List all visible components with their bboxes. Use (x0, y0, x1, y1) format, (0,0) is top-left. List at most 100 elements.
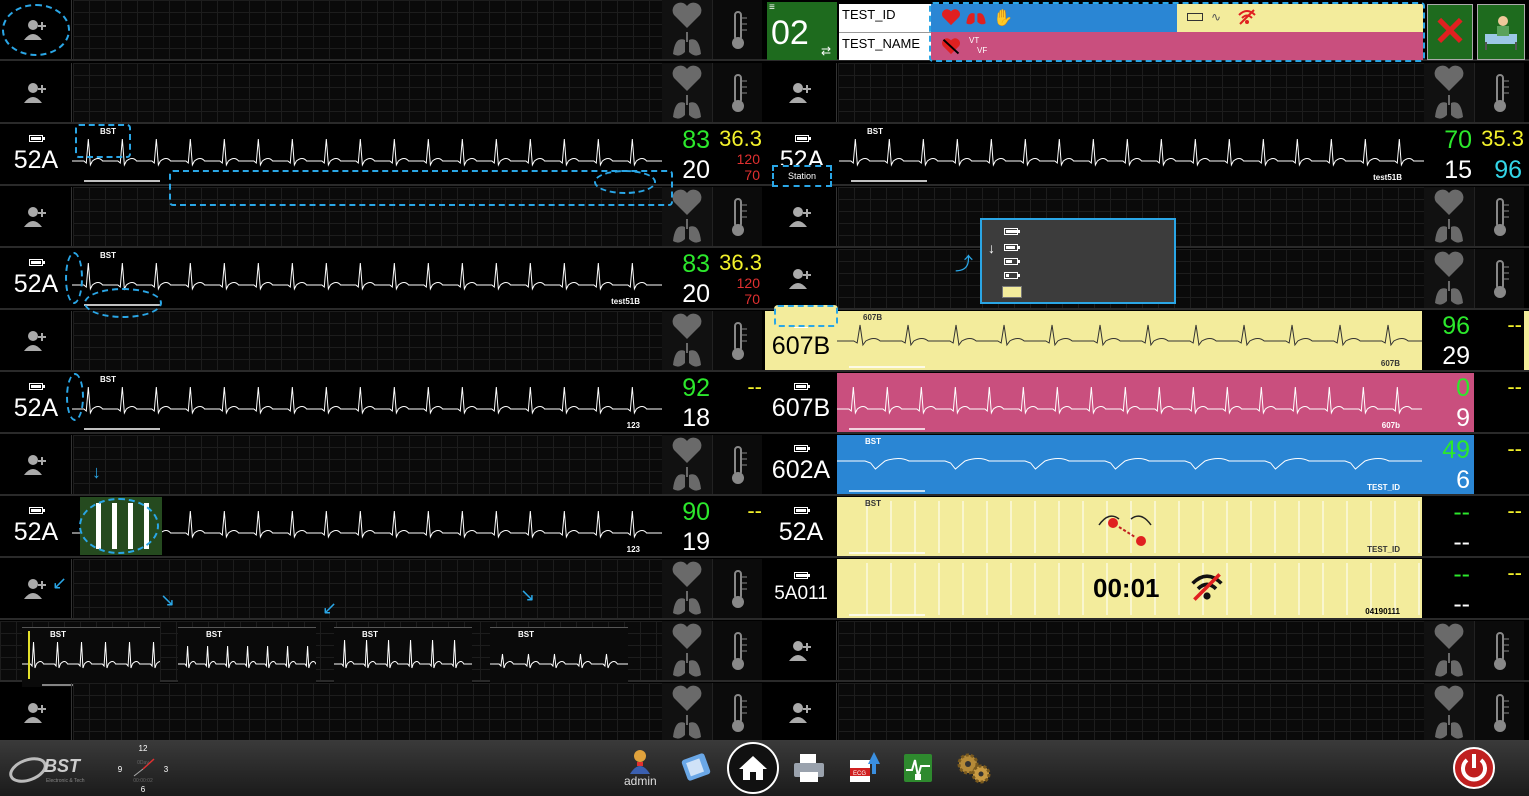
thermometer-icon (1489, 259, 1511, 299)
vitals-panel[interactable]: 83 20 (662, 249, 714, 308)
ecg-waveform-panel[interactable]: 607B (837, 311, 1422, 370)
vitals-panel[interactable]: 70 15 (1424, 125, 1476, 184)
bed-label-cell[interactable]: 607B (765, 373, 837, 432)
temp-panel[interactable]: -- (1474, 373, 1524, 432)
temp-value: 35.3 (1481, 126, 1524, 151)
battery-level-icon[interactable] (1004, 244, 1020, 251)
add-patient-button[interactable] (0, 63, 72, 122)
waveform-thumbnail[interactable]: BST (334, 627, 472, 687)
temp-placeholder (1474, 249, 1524, 308)
temp-panel[interactable]: -- (1474, 497, 1524, 556)
bed-label-cell[interactable]: 5A011 (765, 559, 837, 618)
ecg-export-icon: ECG (850, 752, 880, 782)
add-patient-button[interactable] (0, 435, 72, 494)
ecg-waveform-panel[interactable]: BST test51B (839, 125, 1424, 184)
station-button[interactable]: Station (772, 165, 832, 187)
temp-panel[interactable]: -- (714, 497, 764, 556)
bed-label-cell[interactable]: 52A (0, 249, 72, 308)
patient-header-row[interactable]: 02 ≡ ⇄ TEST_ID TEST_NAME ✋ ∿ VT VF ✕ (765, 0, 1529, 62)
bed-label-cell[interactable]: 52A (0, 125, 72, 184)
empty-grid (73, 435, 662, 494)
add-patient-button[interactable] (765, 683, 837, 742)
vitals-panel[interactable]: 96 29 (1422, 311, 1474, 370)
battery-level-icon[interactable] (1004, 258, 1020, 265)
add-patient-button[interactable] (765, 621, 837, 680)
temp-panel[interactable]: -- (1474, 559, 1524, 618)
battery-charging-icon[interactable] (1002, 286, 1022, 298)
patient-id-field[interactable]: TEST_ID (839, 4, 931, 32)
book-button[interactable] (680, 750, 714, 784)
vitals-placeholder (1424, 249, 1474, 308)
temp-panel[interactable]: -- (1474, 311, 1524, 370)
temp-panel[interactable]: 35.3 96 (1476, 125, 1526, 184)
heart-icon (671, 560, 703, 588)
temp-value: 36.3 (719, 250, 762, 275)
vitals-panel[interactable]: -- -- (1422, 497, 1474, 556)
vitals-panel[interactable]: 90 19 (662, 497, 714, 556)
thermometer-icon (727, 569, 749, 609)
add-patient-button[interactable] (0, 683, 72, 742)
bed-label-cell[interactable]: 52A (0, 497, 72, 556)
patient-row-607b-2[interactable]: 607B 607b 0 9 -- (765, 373, 1529, 434)
bed-label-cell[interactable]: 52A (0, 373, 72, 432)
thermometer-icon (727, 693, 749, 733)
station-label: Station (787, 171, 817, 181)
temp-placeholder (1474, 683, 1524, 742)
lungs-icon (1433, 652, 1465, 679)
patient-row-52a-r[interactable]: 52A BST test51B 70 15 35.3 96 Station (765, 125, 1529, 187)
add-patient-button[interactable] (765, 63, 837, 122)
bed-number: 5A011 (774, 583, 828, 604)
bed-label-cell[interactable]: 602A (765, 435, 837, 494)
user-button[interactable]: admin (624, 748, 657, 788)
battery-icon (29, 258, 45, 266)
temp-placeholder (1474, 63, 1524, 122)
header-menu-icon[interactable]: ≡ (769, 2, 775, 13)
vitals-panel[interactable]: 92 18 (662, 373, 714, 432)
add-patient-button[interactable] (765, 187, 837, 246)
patient-name-field[interactable]: TEST_NAME (839, 32, 931, 60)
temp-panel[interactable]: 36.3 120 70 (714, 125, 764, 184)
ecg-waveform-panel[interactable]: BST TEST_ID (837, 435, 1422, 494)
patient-row-607b-1[interactable]: 607B 607B 96 29 -- 607B (765, 305, 1529, 372)
home-button[interactable] (726, 741, 780, 795)
temp-panel[interactable]: 36.3 120 70 (714, 249, 764, 308)
thermometer-icon (1489, 693, 1511, 733)
waveform-thumbnail[interactable]: BST (22, 627, 160, 687)
add-patient-button[interactable] (0, 187, 72, 246)
patient-row-602a[interactable]: 602A BST TEST_ID 49 6 -- (765, 435, 1529, 496)
discharge-bed-button[interactable] (1477, 4, 1525, 60)
vitals-panel[interactable]: 49 6 (1422, 435, 1491, 494)
add-patient-button[interactable] (0, 311, 72, 370)
settings-button[interactable] (956, 752, 992, 784)
ecg-waveform-panel[interactable]: 607b (837, 373, 1422, 432)
vitals-panel[interactable]: -- -- (1422, 559, 1474, 618)
waveform-thumbnail[interactable]: BST (490, 627, 628, 687)
add-patient-button[interactable] (765, 249, 837, 308)
ecg-export-button[interactable]: ECG (848, 750, 880, 784)
heart-icon (1433, 684, 1465, 712)
print-button[interactable] (792, 752, 826, 784)
ecg-waveform-panel[interactable]: BST 123 (72, 373, 662, 432)
battery-level-icon[interactable] (1004, 228, 1020, 235)
power-button[interactable] (1452, 746, 1496, 790)
monitor-button[interactable] (902, 752, 934, 784)
temp-panel[interactable]: -- (1474, 435, 1524, 494)
strip-tag: TEST_ID (1367, 545, 1400, 554)
vitals-panel[interactable]: 09 (1422, 373, 1491, 432)
patient-row-52a-yellow[interactable]: 52A BST TEST_ID -- -- -- (765, 497, 1529, 558)
close-button[interactable]: ✕ (1427, 4, 1473, 60)
bed-label-cell[interactable]: 52A (765, 497, 837, 556)
heart-icon (1433, 64, 1465, 92)
nibp-dia-value: 70 (744, 167, 760, 183)
patient-row-5a011[interactable]: 5A011 04190111 -- -- -- 00:01 (765, 559, 1529, 620)
battery-level-icon[interactable] (1004, 272, 1020, 279)
add-patient-icon (788, 640, 814, 662)
close-icon: ✕ (1433, 10, 1467, 54)
patient-row-52a-3[interactable]: 52A BST 123 92 18 -- (0, 373, 765, 434)
temp-panel[interactable]: -- (714, 373, 764, 432)
bed-number: 607B (771, 393, 831, 422)
battery-level-popup[interactable]: ↓ (980, 218, 1176, 304)
thermometer-icon (727, 445, 749, 485)
waveform-thumbnail[interactable]: BST (178, 627, 316, 687)
swap-icon[interactable]: ⇄ (821, 44, 831, 58)
